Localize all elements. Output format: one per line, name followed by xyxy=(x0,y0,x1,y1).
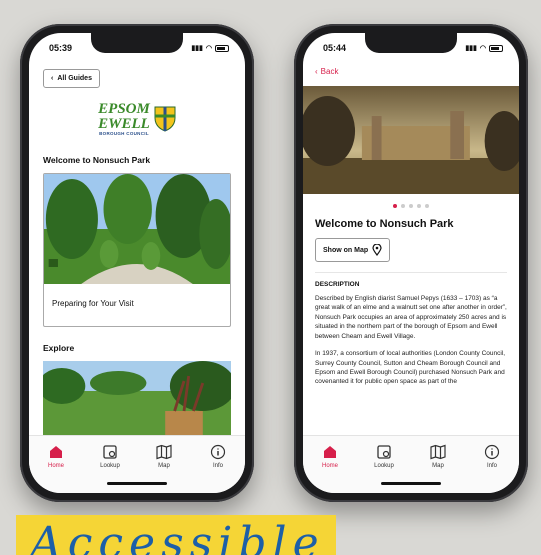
signal-icon: ▮▮▮ xyxy=(465,45,477,52)
tab-info[interactable]: Info xyxy=(198,444,238,493)
tab-map[interactable]: Map xyxy=(418,444,458,493)
description-heading: DESCRIPTION xyxy=(315,281,360,288)
status-time: 05:44 xyxy=(323,43,347,53)
all-guides-button[interactable]: ‹ All Guides xyxy=(43,69,100,88)
carousel-dots[interactable] xyxy=(303,204,519,208)
tab-map-label: Map xyxy=(432,463,444,469)
accessible-banner-text: Accessible xyxy=(30,518,325,555)
description-paragraph-2: In 1937, a consortium of local authoriti… xyxy=(315,350,506,386)
status-time: 05:39 xyxy=(49,43,73,53)
info-icon xyxy=(210,444,226,460)
tab-lookup[interactable]: Lookup xyxy=(90,444,130,493)
show-on-map-button[interactable]: Show on Map xyxy=(315,238,391,262)
divider xyxy=(315,272,507,273)
battery-icon xyxy=(215,44,229,52)
tab-info[interactable]: Info xyxy=(472,444,512,493)
system-icons: ▮▮▮ ◠ xyxy=(465,44,503,52)
wifi-icon: ◠ xyxy=(205,45,212,52)
tab-lookup[interactable]: Lookup xyxy=(364,444,404,493)
tab-info-label: Info xyxy=(212,463,223,469)
home-icon xyxy=(50,446,62,458)
notch xyxy=(365,33,457,53)
dot xyxy=(425,204,429,208)
accessible-banner: Accessible xyxy=(16,515,336,555)
back-label: Back xyxy=(320,67,339,76)
visit-card-label: Preparing for Your Visit xyxy=(52,298,134,308)
right-screen: 05:44 ▮▮▮ ◠ ‹ Back Welcome to Nonsuch Pa… xyxy=(303,33,519,493)
chevron-left-icon: ‹ xyxy=(315,67,318,76)
back-button[interactable]: ‹ Back xyxy=(303,63,519,80)
location-pin-icon xyxy=(372,244,382,256)
tab-home-label: Home xyxy=(47,463,64,469)
signal-icon: ▮▮▮ xyxy=(191,45,203,52)
logo-text-ewell: EWELL xyxy=(98,116,150,132)
shield-icon xyxy=(154,106,176,132)
tab-home[interactable]: Home xyxy=(36,444,76,493)
notch xyxy=(91,33,183,53)
home-indicator xyxy=(381,482,441,485)
home-icon xyxy=(324,446,336,458)
map-icon xyxy=(430,444,446,460)
logo-text-epsom: EPSOM xyxy=(98,101,150,117)
system-icons: ▮▮▮ ◠ xyxy=(191,44,229,52)
dot-active xyxy=(393,204,397,208)
description-paragraph-1: Described by English diarist Samuel Pepy… xyxy=(315,295,507,340)
left-phone: 05:39 ▮▮▮ ◠ ‹ All Guides EPSOM EWELL BOR… xyxy=(20,24,254,502)
lookup-icon xyxy=(377,445,391,459)
tab-home[interactable]: Home xyxy=(310,444,350,493)
explore-title: Explore xyxy=(43,342,75,353)
page-title: Welcome to Nonsuch Park xyxy=(315,218,454,230)
map-icon xyxy=(156,444,172,460)
battery-icon xyxy=(489,44,503,52)
wifi-icon: ◠ xyxy=(479,45,486,52)
info-icon xyxy=(484,444,500,460)
dot xyxy=(401,204,405,208)
section-title: Welcome to Nonsuch Park xyxy=(43,154,151,165)
lookup-icon xyxy=(103,445,117,459)
council-logo: EPSOM EWELL BOROUGH COUNCIL xyxy=(29,102,245,137)
park-garden-image xyxy=(44,173,230,284)
park-lawn-image xyxy=(43,360,231,441)
tab-map-label: Map xyxy=(158,463,170,469)
chevron-left-icon: ‹ xyxy=(51,75,54,82)
visit-card[interactable]: Preparing for Your Visit xyxy=(43,172,231,327)
logo-subtext: BOROUGH COUNCIL xyxy=(99,131,149,136)
tab-map[interactable]: Map xyxy=(144,444,184,493)
tab-lookup-label: Lookup xyxy=(100,463,120,469)
right-phone: 05:44 ▮▮▮ ◠ ‹ Back Welcome to Nonsuch Pa… xyxy=(294,24,528,502)
historic-painting-image[interactable] xyxy=(303,86,519,194)
tab-info-label: Info xyxy=(486,463,497,469)
tab-home-label: Home xyxy=(321,463,338,469)
home-indicator xyxy=(107,482,167,485)
left-screen: 05:39 ▮▮▮ ◠ ‹ All Guides EPSOM EWELL BOR… xyxy=(29,33,245,493)
all-guides-label: All Guides xyxy=(57,75,92,82)
show-on-map-label: Show on Map xyxy=(323,246,369,254)
tab-lookup-label: Lookup xyxy=(374,463,394,469)
dot xyxy=(409,204,413,208)
explore-card[interactable] xyxy=(43,360,231,446)
dot xyxy=(417,204,421,208)
